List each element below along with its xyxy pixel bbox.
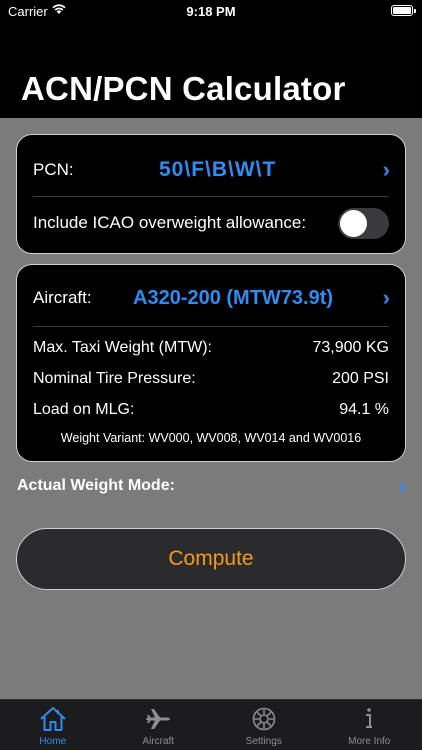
spec-label: Load on MLG: (33, 401, 135, 418)
tab-aircraft[interactable]: Aircraft (106, 700, 212, 750)
spec-row-mlg-load: Load on MLG: 94.1 % (33, 401, 389, 419)
info-icon (317, 706, 422, 732)
overweight-toggle[interactable] (338, 207, 389, 239)
home-icon (0, 706, 106, 732)
spec-value: 94.1 % (339, 401, 389, 418)
divider (33, 326, 389, 327)
pcn-label: PCN: (33, 160, 74, 179)
tab-home[interactable]: Home (0, 700, 106, 750)
divider (33, 196, 389, 197)
weight-variant-text: Weight Variant: WV000, WV008, WV014 and … (60, 431, 362, 445)
pcn-card: PCN: 50\F\B\W\T › Include ICAO overweigh… (16, 134, 406, 254)
spec-value: 73,900 KG (312, 339, 390, 356)
tab-settings[interactable]: Settings (211, 700, 317, 750)
tab-more-info[interactable]: More Info (317, 700, 422, 750)
spec-value: 200 PSI (332, 370, 389, 387)
overweight-row: Include ICAO overweight allowance: (33, 206, 389, 240)
airplane-icon (106, 706, 212, 732)
overweight-label: Include ICAO overweight allowance: (33, 213, 307, 232)
tab-label: Aircraft (142, 736, 175, 747)
tab-label: Settings (245, 736, 282, 747)
tab-label: Home (39, 736, 67, 747)
aircraft-row[interactable]: Aircraft: A320-200 (MTW73.9t) › (33, 281, 390, 315)
aircraft-value[interactable]: A320-200 (MTW73.9t) (133, 287, 333, 310)
pcn-value[interactable]: 50\F\B\W\T (159, 158, 276, 182)
aircraft-label: Aircraft: (33, 288, 92, 307)
tab-bar: Home Aircraft Settings More Info (0, 699, 422, 750)
page-title: ACN/PCN Calculator (21, 70, 346, 107)
tab-label: More Info (348, 736, 391, 747)
actual-weight-mode-label[interactable]: Actual Weight Mode: (17, 477, 175, 495)
battery-icon (391, 5, 416, 16)
chevron-right-icon[interactable]: › (383, 159, 390, 181)
pcn-row[interactable]: PCN: 50\F\B\W\T › (33, 153, 390, 187)
spec-label: Max. Taxi Weight (MTW): (33, 339, 212, 356)
aircraft-card: Aircraft: A320-200 (MTW73.9t) › Max. Tax… (16, 264, 406, 462)
clock: 9:18 PM (186, 4, 236, 19)
spec-row-mtw: Max. Taxi Weight (MTW): 73,900 KG (33, 339, 389, 357)
chevron-right-icon[interactable]: › (383, 287, 390, 309)
status-bar: Carrier 9:18 PM (0, 0, 422, 24)
chevron-right-icon[interactable]: › (399, 474, 406, 500)
compute-button[interactable]: Compute (16, 528, 406, 590)
gear-icon (211, 706, 317, 732)
spec-row-tire-pressure: Nominal Tire Pressure: 200 PSI (33, 370, 389, 388)
navigation-header: ACN/PCN Calculator (0, 24, 422, 118)
spec-label: Nominal Tire Pressure: (33, 370, 196, 387)
